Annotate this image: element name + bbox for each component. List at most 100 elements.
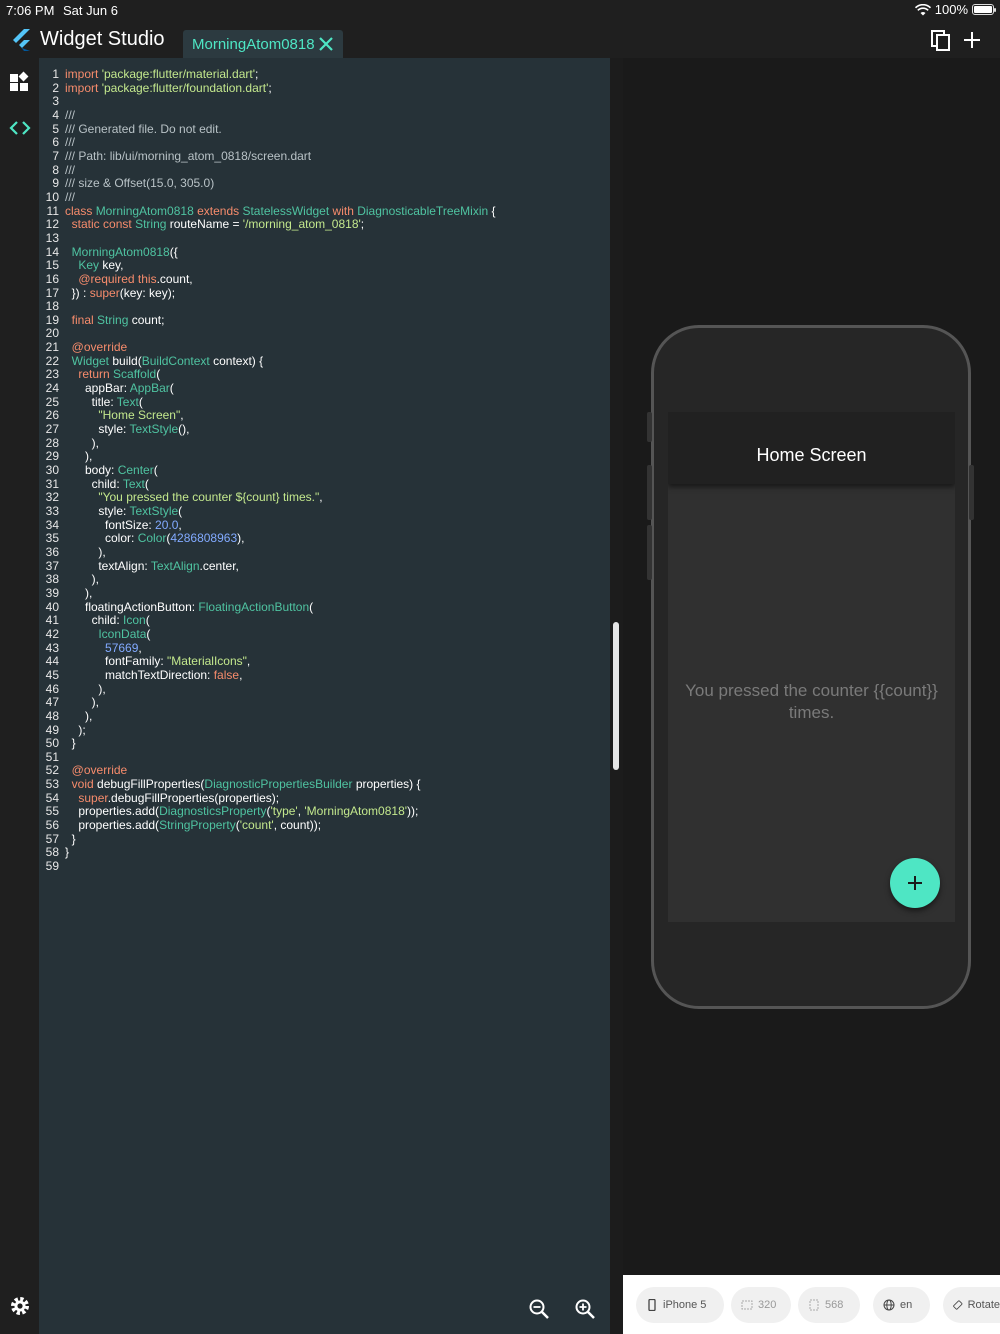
code-editor[interactable]: 1 import 'package:flutter/material.dart';… <box>39 58 610 1334</box>
code-line[interactable]: 5/// Generated file. Do not edit. <box>39 122 496 137</box>
code-line[interactable]: 43 57669, <box>39 640 496 656</box>
code-line[interactable]: 20 <box>39 327 496 341</box>
code-line[interactable]: 28 ), <box>39 436 496 451</box>
code-content[interactable]: 1 import 'package:flutter/material.dart';… <box>39 67 496 874</box>
code-line[interactable]: 45 matchTextDirection: false, <box>39 668 496 683</box>
code-line[interactable]: 14 MorningAtom0818({ <box>39 244 496 260</box>
code-line[interactable]: 51 <box>39 750 496 765</box>
line-number: 39 <box>45 585 59 600</box>
floating-action-button[interactable] <box>890 858 940 908</box>
code-line[interactable]: 50 } <box>39 736 496 751</box>
code-line[interactable]: 29 ), <box>39 450 496 464</box>
line-number: 59 <box>45 859 59 874</box>
code-line[interactable]: 44 fontFamily: "MaterialIcons", <box>39 654 496 669</box>
width-field[interactable]: 320 <box>731 1287 791 1323</box>
device-side-button <box>647 525 652 580</box>
code-line[interactable]: 59 <box>39 859 496 874</box>
zoom-out-icon[interactable] <box>528 1298 550 1320</box>
line-number: 9 <box>52 176 59 191</box>
tab-label: MorningAtom0818 <box>192 36 315 53</box>
code-line[interactable]: 4/// <box>39 108 496 123</box>
code-line[interactable]: 2 import 'package:flutter/foundation.dart… <box>39 80 496 96</box>
line-number: 43 <box>45 640 59 655</box>
code-line[interactable]: 24 appBar: AppBar( <box>39 381 496 396</box>
code-line[interactable]: 31 child: Text( <box>39 476 496 492</box>
code-line[interactable]: 57 } <box>39 831 496 847</box>
code-line[interactable]: 12 static const String routeName = '/mor… <box>39 217 496 232</box>
code-line[interactable]: 52 @override <box>39 764 496 778</box>
line-number: 30 <box>45 463 59 478</box>
code-line[interactable]: 1 import 'package:flutter/material.dart'; <box>39 67 496 82</box>
code-line[interactable]: 21 @override <box>39 340 496 355</box>
device-side-button <box>969 465 974 520</box>
code-line[interactable]: 39 ), <box>39 585 496 601</box>
code-line[interactable]: 49 ); <box>39 723 496 738</box>
code-line[interactable]: 8/// <box>39 163 496 178</box>
widgets-icon[interactable] <box>8 70 32 94</box>
zoom-in-icon[interactable] <box>574 1298 596 1320</box>
code-line[interactable]: 41 child: Icon( <box>39 613 496 628</box>
code-line[interactable]: 16 @required this.count, <box>39 272 496 287</box>
code-line[interactable]: 15 Key key, <box>39 258 496 273</box>
code-line[interactable]: 17 }) : super(key: key); <box>39 286 496 301</box>
code-line[interactable]: 23 return Scaffold( <box>39 368 496 382</box>
code-line[interactable]: 35 color: Color(4286808963), <box>39 531 496 546</box>
code-line[interactable]: 47 ), <box>39 696 496 710</box>
close-icon[interactable] <box>317 35 335 53</box>
code-line[interactable]: 27 style: TextStyle(), <box>39 422 496 437</box>
code-line[interactable]: 30 body: Center( <box>39 463 496 478</box>
line-number: 37 <box>45 558 59 573</box>
code-line[interactable]: 13 <box>39 231 496 246</box>
code-line[interactable]: 38 ), <box>39 573 496 587</box>
code-line[interactable]: 25 title: Text( <box>39 395 496 410</box>
code-line[interactable]: 46 ), <box>39 682 496 697</box>
code-line[interactable]: 34 fontSize: 20.0, <box>39 518 496 533</box>
line-number: 2 <box>52 80 59 95</box>
code-line[interactable]: 37 textAlign: TextAlign.center, <box>39 558 496 574</box>
code-line[interactable]: 6/// <box>39 135 496 150</box>
code-line[interactable]: 56 properties.add(StringProperty('count'… <box>39 818 496 833</box>
code-line[interactable]: 3 <box>39 95 496 109</box>
line-number: 57 <box>45 831 59 846</box>
device-name: iPhone 5 <box>663 1299 707 1311</box>
device-selector[interactable]: iPhone 5 <box>636 1287 724 1323</box>
code-line[interactable]: 54 super.debugFillProperties(properties)… <box>39 791 496 806</box>
status-time: 7:06 PM <box>6 3 55 18</box>
code-line[interactable]: 33 style: TextStyle( <box>39 504 496 519</box>
code-line[interactable]: 55 properties.add(DiagnosticsProperty('t… <box>39 805 496 819</box>
status-date: Sat Jun 6 <box>63 3 118 18</box>
line-number: 56 <box>45 818 59 833</box>
locale-selector[interactable]: en <box>873 1287 930 1323</box>
code-line[interactable]: 26 "Home Screen", <box>39 409 496 423</box>
code-line[interactable]: 36 ), <box>39 544 496 560</box>
battery-percent: 100% <box>934 2 968 17</box>
copy-icon[interactable] <box>929 28 953 52</box>
code-line[interactable]: 11 class MorningAtom0818 extends Stateles… <box>39 204 496 219</box>
scrollbar-thumb[interactable] <box>613 622 619 770</box>
code-line[interactable]: 19 final String count; <box>39 313 496 328</box>
code-line[interactable]: 18 <box>39 299 496 314</box>
line-number: 35 <box>45 531 59 546</box>
line-number: 36 <box>45 544 59 559</box>
code-icon[interactable] <box>8 116 32 140</box>
code-line[interactable]: 42 IconData( <box>39 627 496 642</box>
tab-morningatom0818[interactable]: MorningAtom0818 <box>183 30 343 58</box>
code-line[interactable]: 32 "You pressed the counter ${count} tim… <box>39 491 496 505</box>
add-icon[interactable] <box>960 28 984 52</box>
code-line[interactable]: 9/// size & Offset(15.0, 305.0) <box>39 176 496 191</box>
code-line[interactable]: 10/// <box>39 190 496 205</box>
code-line[interactable]: 22 Widget build(BuildContext context) { <box>39 353 496 369</box>
line-number: 29 <box>45 449 59 464</box>
code-line[interactable]: 7/// Path: lib/ui/morning_atom_0818/scre… <box>39 149 496 164</box>
code-line[interactable]: 58} <box>39 846 496 860</box>
gear-icon[interactable] <box>8 1294 32 1318</box>
code-line[interactable]: 40 floatingActionButton: FloatingActionB… <box>39 600 496 615</box>
rotate-button[interactable]: Rotate <box>943 1287 1000 1323</box>
line-number: 31 <box>45 476 59 491</box>
line-number: 22 <box>45 353 59 368</box>
height-field[interactable]: 568 <box>798 1287 860 1323</box>
code-line[interactable]: 53 void debugFillProperties(DiagnosticPr… <box>39 777 496 792</box>
line-number: 14 <box>45 244 59 259</box>
line-number: 48 <box>45 708 59 723</box>
code-line[interactable]: 48 ), <box>39 708 496 724</box>
